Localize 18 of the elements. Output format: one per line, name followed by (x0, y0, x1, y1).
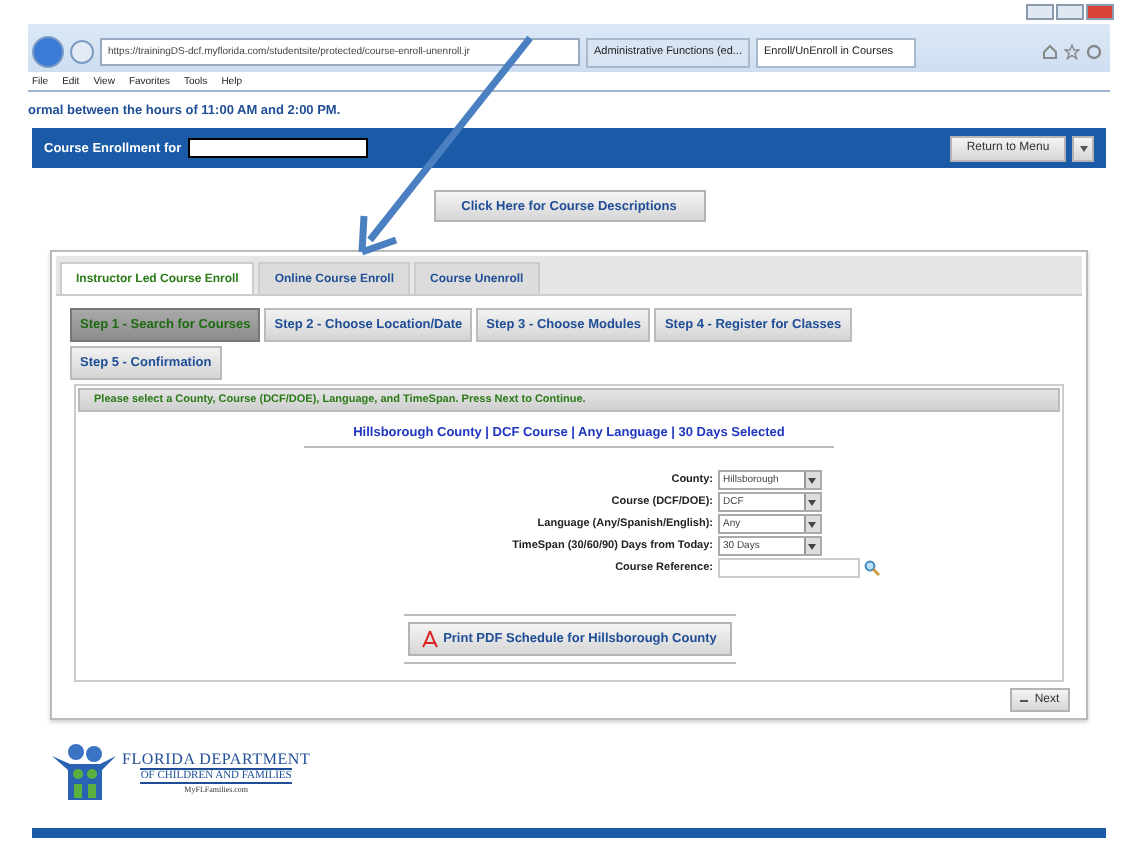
close-button[interactable] (1086, 4, 1114, 20)
input-field[interactable] (717, 558, 859, 578)
caret-icon (1079, 145, 1087, 151)
caret-icon (803, 516, 819, 532)
caret-icon (803, 472, 819, 488)
dropdown-button[interactable] (1072, 135, 1094, 161)
home-icon (1042, 44, 1058, 60)
forward-button[interactable] (70, 40, 94, 64)
minimize-button[interactable] (1026, 4, 1054, 20)
back-button[interactable] (32, 36, 64, 68)
caret-icon (803, 494, 819, 510)
search-icon (863, 560, 879, 576)
family-logo-icon (52, 744, 116, 800)
logo-text: FLORIDA DEPARTMENT (122, 750, 311, 768)
pdf-icon (421, 630, 438, 648)
maximize-button[interactable] (1056, 4, 1084, 20)
star-icon (1064, 44, 1080, 60)
caret-icon (803, 538, 819, 554)
